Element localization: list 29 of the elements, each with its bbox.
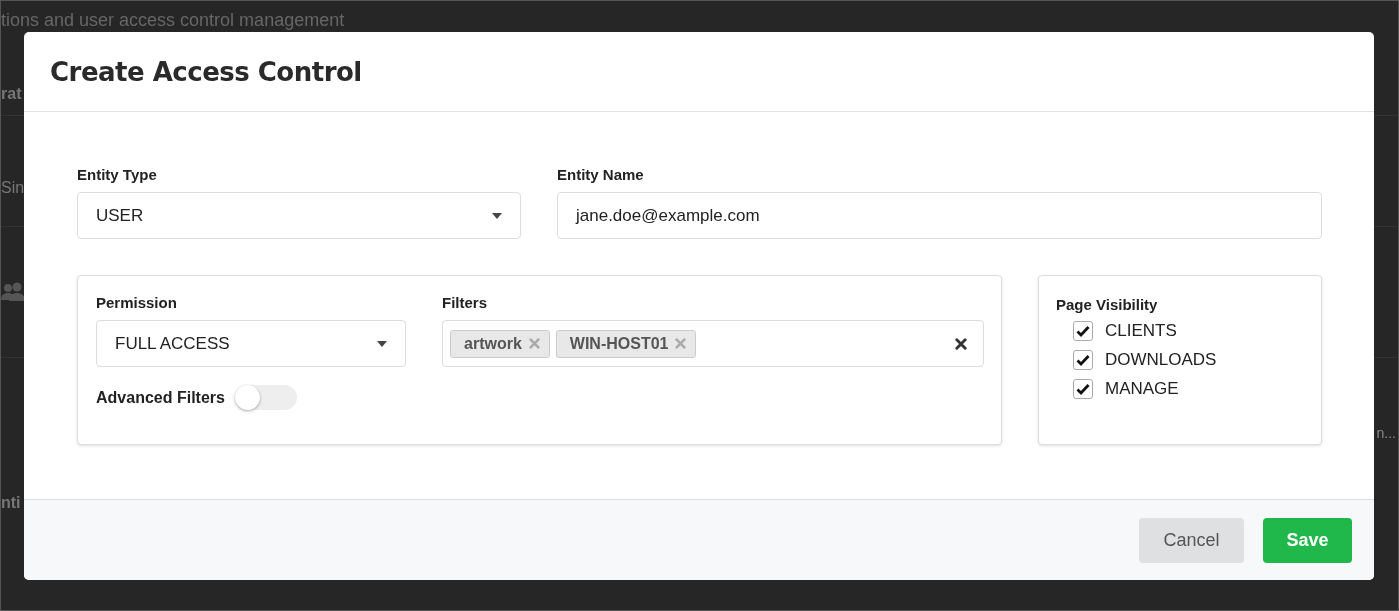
row-text: rat <box>1 85 22 102</box>
filter-tag[interactable]: artwork <box>450 329 550 358</box>
page-subtitle: tions and user access control management <box>1 9 346 32</box>
filter-tag[interactable]: WIN-HOST01 <box>555 329 697 358</box>
checkbox[interactable] <box>1073 379 1093 399</box>
card-title: Page Visibility <box>1056 296 1159 313</box>
toggle-label: Advanced Filters <box>96 388 225 407</box>
checkbox-label: DOWNLOADS <box>1105 350 1217 370</box>
cell-text: n... <box>1376 425 1396 441</box>
filter-field[interactable]: artwork WIN-HOST01 <box>442 320 984 367</box>
cancel-button[interactable]: Cancel <box>1139 517 1244 563</box>
clear-icon[interactable] <box>955 337 967 350</box>
checkbox-label: CLIENTS <box>1105 321 1177 341</box>
row-text: Sin <box>1 179 25 196</box>
checkbox[interactable] <box>1073 321 1093 341</box>
input-field[interactable]: jane.doe@example.com <box>557 192 1322 239</box>
dialog-title: Create Access Control <box>50 56 362 87</box>
toggle-switch[interactable] <box>234 385 297 410</box>
checkbox[interactable] <box>1073 350 1093 370</box>
caret-icon <box>492 212 502 219</box>
select-field[interactable]: USER <box>77 192 521 239</box>
checkbox-label: MANAGE <box>1105 379 1179 399</box>
caret-icon <box>377 340 387 347</box>
row-text: nti <box>1 494 21 511</box>
field-label: Entity Name <box>557 166 645 183</box>
field-label: Permission <box>96 294 178 311</box>
select-field[interactable]: FULL ACCESS <box>96 320 406 367</box>
field-label: Filters <box>442 294 488 311</box>
field-label: Entity Type <box>77 166 158 183</box>
